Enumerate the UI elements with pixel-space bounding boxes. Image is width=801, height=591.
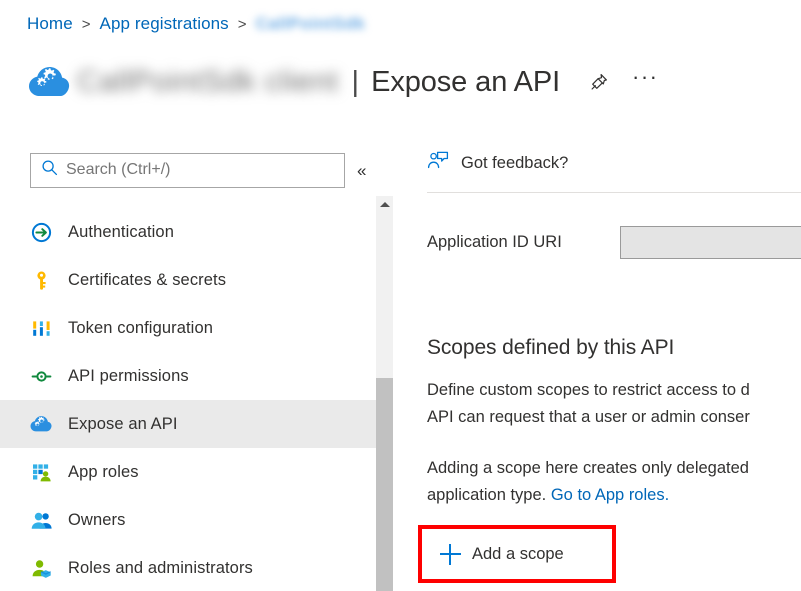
add-scope-label: Add a scope: [472, 545, 564, 564]
sidebar-item-label: Token configuration: [68, 319, 213, 338]
cloud-gears-icon: [30, 413, 52, 435]
sidebar-item-api-permissions[interactable]: API permissions: [0, 352, 376, 400]
sidebar-item-label: Expose an API: [68, 415, 178, 434]
sidebar-item-owners[interactable]: Owners: [0, 496, 376, 544]
sidebar-item-label: Roles and administrators: [68, 559, 253, 578]
page-title: Expose an API: [371, 66, 560, 99]
sidebar-item-label: App roles: [68, 463, 139, 482]
breadcrumb-item-app-registrations[interactable]: App registrations: [100, 14, 229, 34]
application-id-uri-label: Application ID URI: [427, 233, 620, 252]
feedback-person-icon: [427, 150, 449, 177]
application-id-uri-row: Application ID URI: [427, 226, 801, 259]
sidebar-scrollbar[interactable]: [376, 196, 393, 591]
sidebar: « Authentication: [0, 140, 376, 591]
breadcrumb-item-home[interactable]: Home: [27, 14, 73, 34]
owners-icon: [30, 509, 52, 531]
cloud-gears-icon: [27, 60, 71, 104]
api-permissions-icon: [30, 365, 52, 387]
search-input[interactable]: [66, 161, 336, 179]
go-to-app-roles-link[interactable]: Go to App roles.: [551, 486, 669, 504]
page-app-name-redacted: CallPointSdk client: [77, 65, 339, 99]
collapse-sidebar-icon[interactable]: «: [357, 162, 366, 179]
sidebar-item-label: Authentication: [68, 223, 174, 242]
plus-icon: [440, 544, 461, 565]
page-header: CallPointSdk client | Expose an API ···: [27, 56, 659, 108]
search-box[interactable]: [30, 153, 345, 188]
breadcrumb: Home > App registrations > CallPointSdk: [27, 14, 365, 34]
sidebar-item-label: API permissions: [68, 367, 189, 386]
sidebar-item-expose-an-api[interactable]: Expose an API: [0, 400, 376, 448]
sidebar-nav-list: Authentication Certificates & secrets: [0, 208, 376, 591]
add-scope-button[interactable]: Add a scope: [428, 535, 574, 573]
pin-icon[interactable]: [586, 69, 612, 95]
app-roles-icon: [30, 461, 52, 483]
roles-admins-icon: [30, 557, 52, 579]
triangle-up-icon[interactable]: [376, 196, 393, 213]
sidebar-item-label: Owners: [68, 511, 125, 530]
sidebar-item-label: Certificates & secrets: [68, 271, 226, 290]
scrollbar-thumb[interactable]: [376, 378, 393, 591]
sidebar-item-token-configuration[interactable]: Token configuration: [0, 304, 376, 352]
breadcrumb-separator-icon: >: [238, 16, 247, 33]
key-icon: [30, 269, 52, 291]
breadcrumb-item-app-name-redacted[interactable]: CallPointSdk: [256, 14, 366, 34]
token-bars-icon: [30, 317, 52, 339]
ellipsis-icon[interactable]: ···: [632, 72, 658, 92]
got-feedback-button[interactable]: Got feedback?: [427, 150, 568, 177]
scopes-description-paragraph: Define custom scopes to restrict access …: [427, 377, 801, 431]
search-icon: [41, 159, 58, 181]
sidebar-item-certificates-secrets[interactable]: Certificates & secrets: [0, 256, 376, 304]
authentication-icon: [30, 221, 52, 243]
sidebar-item-app-roles[interactable]: App roles: [0, 448, 376, 496]
scopes-section-title: Scopes defined by this API: [427, 336, 674, 360]
azure-portal-expose-an-api-page: Home > App registrations > CallPointSdk …: [0, 0, 801, 591]
breadcrumb-separator-icon: >: [82, 16, 91, 33]
title-divider: |: [352, 68, 360, 97]
main-content: Got feedback? Application ID URI Scopes …: [393, 140, 801, 591]
scopes-delegated-paragraph: Adding a scope here creates only delegat…: [427, 455, 801, 509]
application-id-uri-input[interactable]: [620, 226, 801, 259]
got-feedback-label: Got feedback?: [461, 154, 568, 173]
sidebar-search-row: «: [0, 150, 376, 190]
content-divider: [427, 192, 801, 193]
sidebar-item-roles-and-administrators[interactable]: Roles and administrators: [0, 544, 376, 591]
sidebar-item-authentication[interactable]: Authentication: [0, 208, 376, 256]
